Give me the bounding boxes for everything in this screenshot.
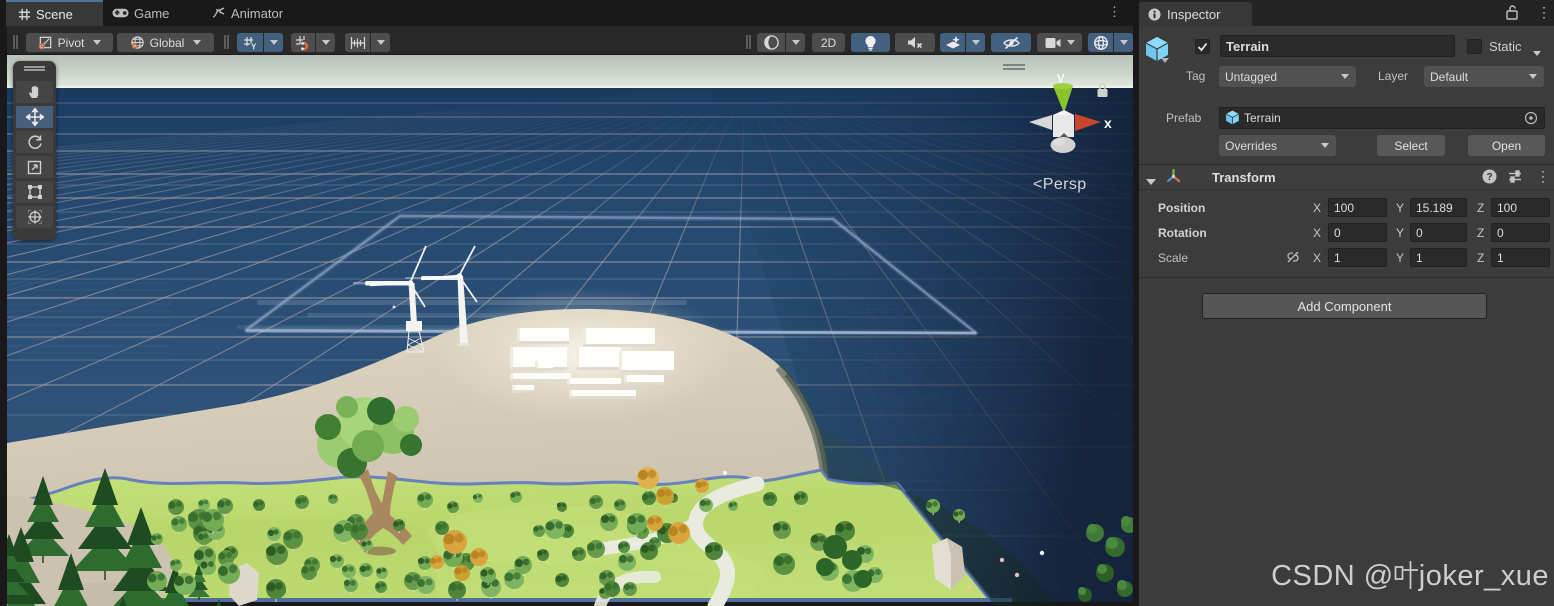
- svg-text:Y: Y: [251, 42, 257, 51]
- svg-text:?: ?: [1486, 172, 1492, 183]
- svg-text:x: x: [1104, 115, 1112, 131]
